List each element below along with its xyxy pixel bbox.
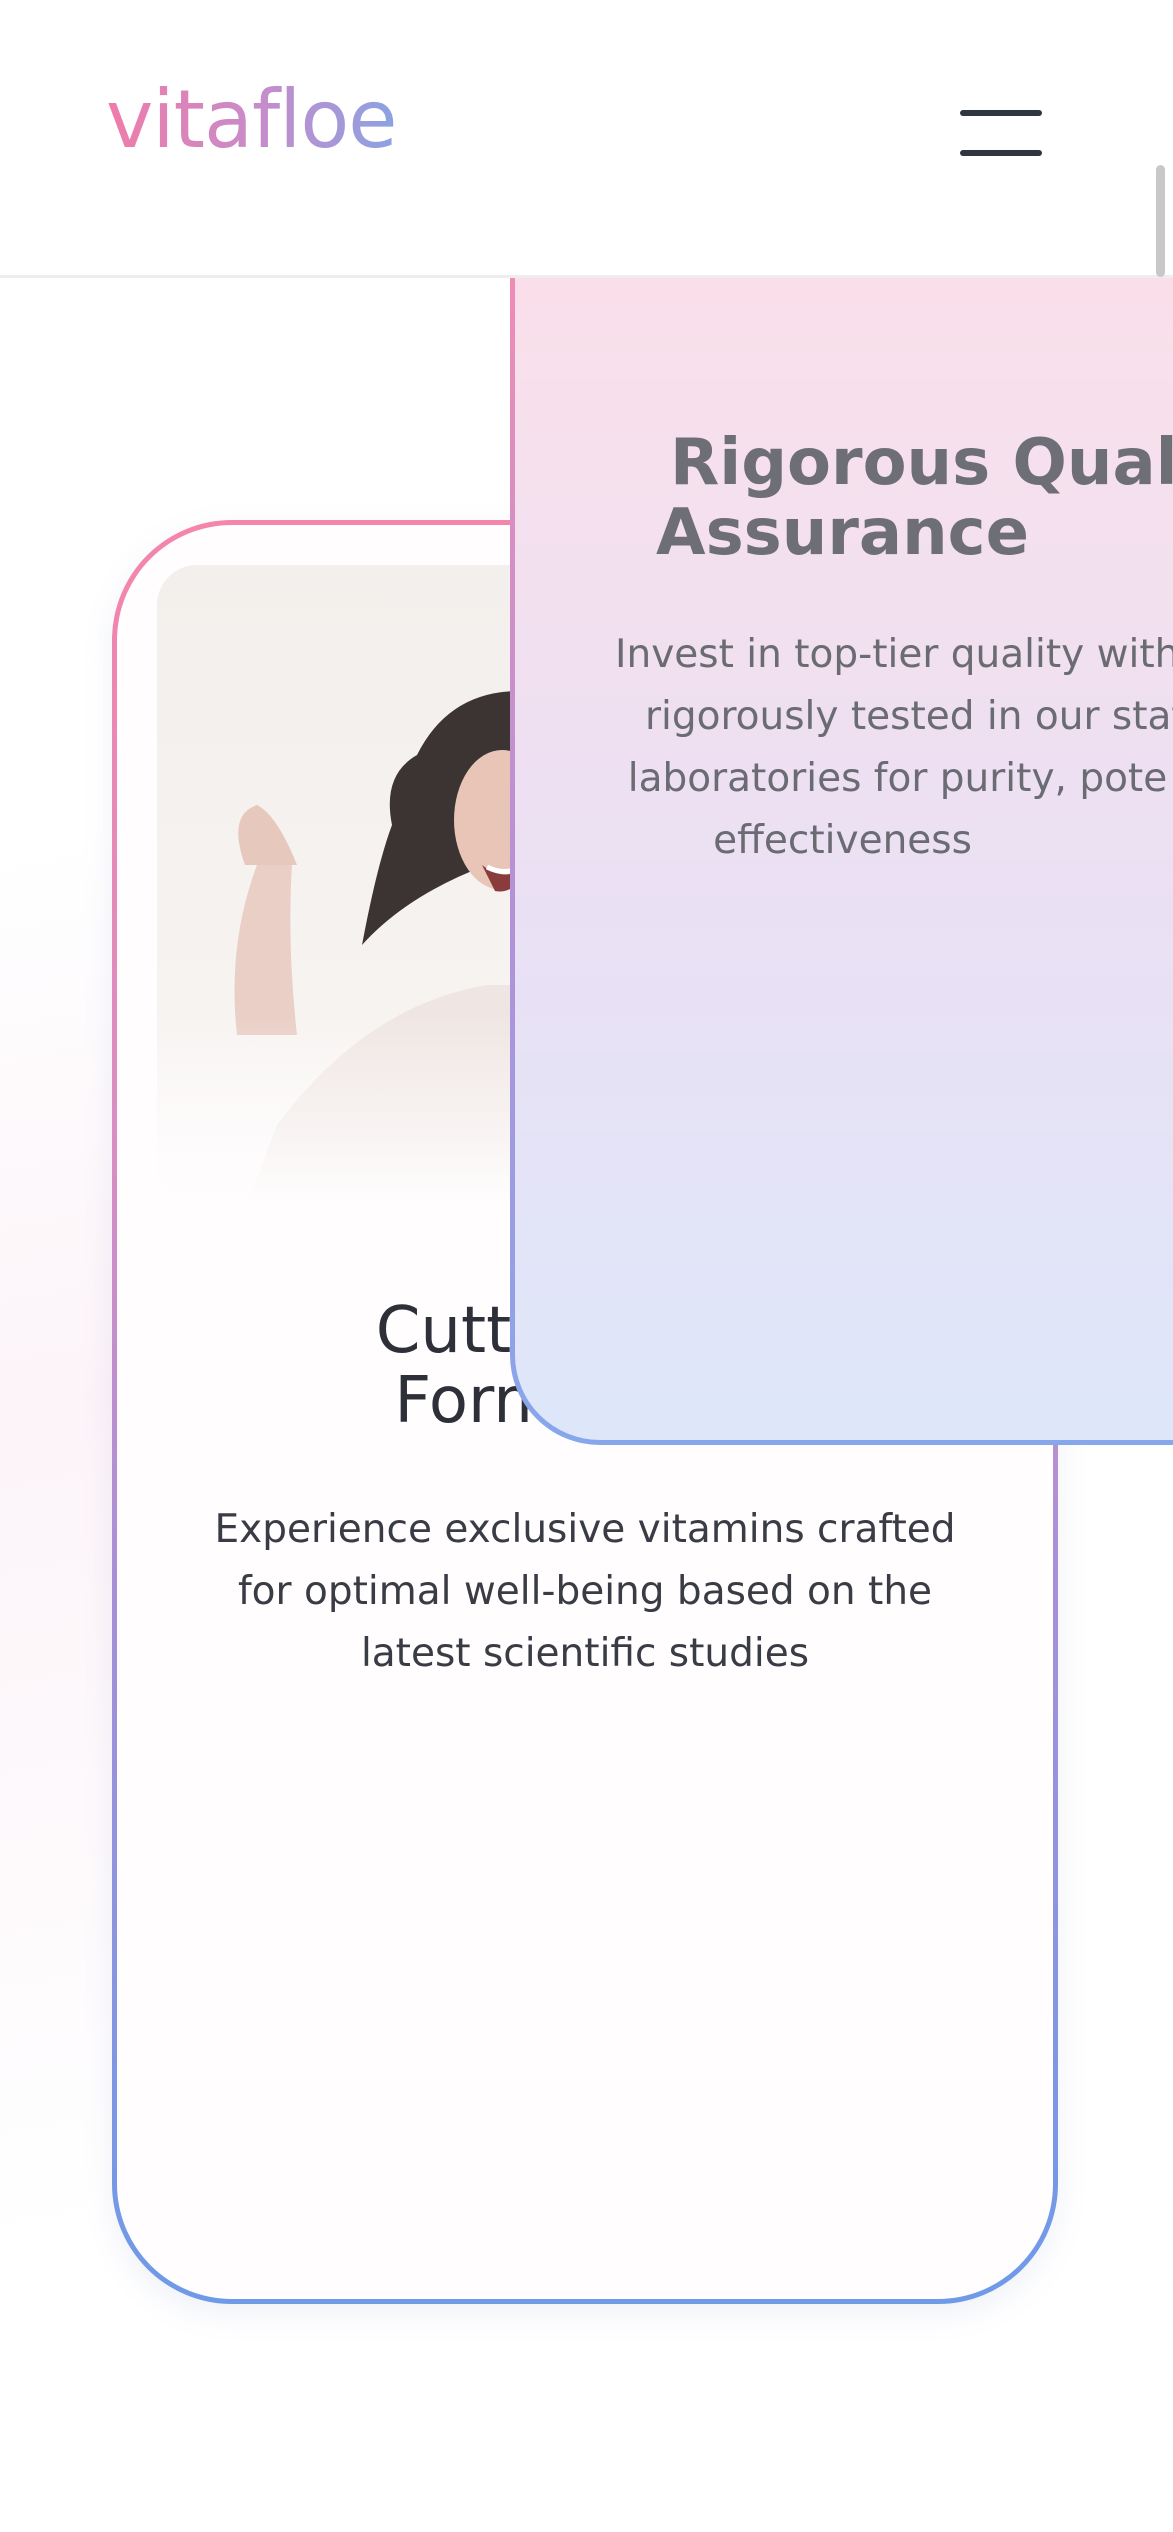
quality-card-description-line: rigorously tested in our state- <box>645 694 1173 739</box>
menu-bar-bottom <box>960 150 1042 156</box>
quality-card-description-line: Invest in top-tier quality with <box>615 632 1173 677</box>
feature-card-description: Experience exclusive vitamins crafted fo… <box>214 1507 956 1676</box>
logo[interactable]: vitafloe <box>106 80 398 160</box>
page: vitafloe Experience exclusive vitamins c… <box>0 0 1173 2532</box>
quality-card-description-line: laboratories for purity, pote <box>627 756 1168 801</box>
menu-bar-top <box>960 110 1042 116</box>
quality-card-title-line: Assurance <box>656 496 1029 571</box>
site-header: vitafloe <box>0 0 1173 278</box>
quality-card-title-line: Rigorous Qual <box>670 426 1173 501</box>
scrollbar[interactable] <box>1156 165 1165 277</box>
quality-card-description-line: effectiveness <box>713 818 972 863</box>
hamburger-menu-icon[interactable] <box>960 102 1050 162</box>
feature-card-quality-assurance[interactable]: Rigorous Qual Assurance Invest in top-ti… <box>510 275 1173 1445</box>
quality-card-description: Invest in top-tier quality with rigorous… <box>515 624 1173 872</box>
quality-card-title: Rigorous Qual Assurance <box>515 426 1173 571</box>
